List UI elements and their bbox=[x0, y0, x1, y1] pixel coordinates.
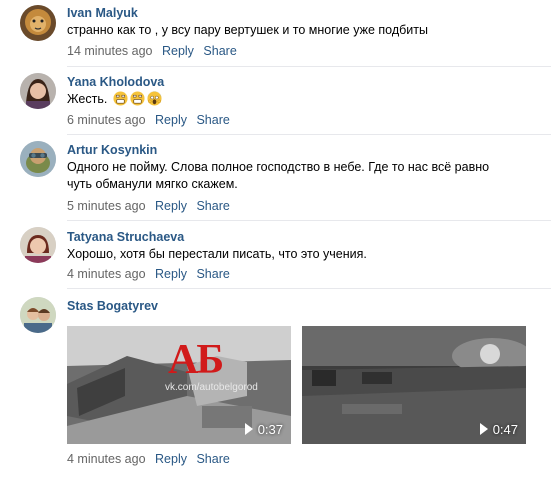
share-link[interactable]: Share bbox=[203, 44, 236, 58]
avatar[interactable] bbox=[20, 297, 56, 333]
play-icon bbox=[479, 423, 488, 435]
watermark-url: vk.com/autobelgorod bbox=[165, 382, 258, 393]
comment-meta: 4 minutes ago Reply Share bbox=[67, 267, 230, 281]
comment-time[interactable]: 4 minutes ago bbox=[67, 267, 146, 281]
duration-text: 0:37 bbox=[257, 422, 283, 437]
comment-author[interactable]: Tatyana Struchaeva bbox=[67, 230, 184, 244]
reply-link[interactable]: Reply bbox=[155, 267, 187, 281]
comment-author[interactable]: Artur Kosynkin bbox=[67, 143, 157, 157]
comment-text: Жесть. bbox=[67, 91, 537, 108]
reply-link[interactable]: Reply bbox=[155, 199, 187, 213]
separator bbox=[67, 66, 551, 67]
reply-link[interactable]: Reply bbox=[155, 113, 187, 127]
avatar[interactable] bbox=[20, 73, 56, 109]
reply-link[interactable]: Reply bbox=[155, 452, 187, 466]
comment-author[interactable]: Stas Bogatyrev bbox=[67, 299, 158, 313]
video-duration: 0:37 bbox=[244, 422, 283, 437]
video-thumbnail[interactable]: АБ vk.com/autobelgorod 0:37 bbox=[67, 326, 291, 444]
comment-meta: 5 minutes ago Reply Share bbox=[67, 199, 230, 213]
comment-author[interactable]: Yana Kholodova bbox=[67, 75, 164, 89]
comment-meta: 14 minutes ago Reply Share bbox=[67, 44, 237, 58]
share-link[interactable]: Share bbox=[196, 267, 229, 281]
duration-text: 0:47 bbox=[492, 422, 518, 437]
comment-text-line: Одного не пойму. Слова полное господство… bbox=[67, 160, 490, 174]
comment-text: Одного не пойму. Слова полное господство… bbox=[67, 159, 537, 193]
separator bbox=[67, 220, 551, 221]
comment-time[interactable]: 4 minutes ago bbox=[67, 452, 146, 466]
comment-author[interactable]: Ivan Malyuk bbox=[67, 6, 138, 20]
comment-meta: 4 minutes ago Reply Share bbox=[67, 452, 230, 466]
avatar[interactable] bbox=[20, 141, 56, 177]
comment-time[interactable]: 6 minutes ago bbox=[67, 113, 146, 127]
avatar[interactable] bbox=[20, 227, 56, 263]
share-link[interactable]: Share bbox=[196, 452, 229, 466]
play-icon bbox=[244, 423, 253, 435]
video-duration: 0:47 bbox=[479, 422, 518, 437]
comment-text: Хорошо, хотя бы перестали писать, что эт… bbox=[67, 247, 367, 261]
watermark-logo: АБ bbox=[168, 337, 224, 383]
face-screaming-emoji bbox=[113, 91, 128, 106]
comment-meta: 6 minutes ago Reply Share bbox=[67, 113, 230, 127]
face-screaming-emoji bbox=[130, 91, 145, 106]
separator bbox=[67, 288, 551, 289]
share-link[interactable]: Share bbox=[196, 199, 229, 213]
separator bbox=[67, 134, 551, 135]
face-screaming-in-fear-emoji bbox=[147, 91, 162, 106]
comment-text: странно как то , у всу пару вертушек и т… bbox=[67, 23, 428, 37]
reply-link[interactable]: Reply bbox=[162, 44, 194, 58]
comment-time[interactable]: 14 minutes ago bbox=[67, 44, 152, 58]
avatar[interactable] bbox=[20, 5, 56, 41]
video-thumbnail[interactable]: 0:47 bbox=[302, 326, 526, 444]
comment-text-content: Жесть. bbox=[67, 92, 108, 106]
comment-time[interactable]: 5 minutes ago bbox=[67, 199, 146, 213]
comment-text-line: чуть обманули мягко скажем. bbox=[67, 177, 238, 191]
share-link[interactable]: Share bbox=[196, 113, 229, 127]
